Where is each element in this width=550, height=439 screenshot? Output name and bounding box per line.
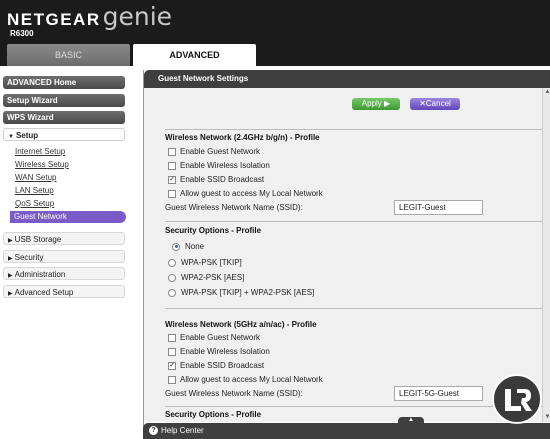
radio-security-wpa2-aes[interactable] xyxy=(168,273,176,282)
option-label: Enable Wireless Isolation xyxy=(180,347,270,356)
option-enable-ssid-24[interactable]: ✓ Enable SSID Broadcast xyxy=(168,175,264,184)
checkbox-enable-guest-24[interactable] xyxy=(168,147,176,156)
option-security-wpa2-aes[interactable]: WPA2-PSK [AES] xyxy=(168,273,244,282)
option-enable-isolation-24[interactable]: Enable Wireless Isolation xyxy=(168,161,270,170)
checkbox-allow-local-24[interactable] xyxy=(168,189,176,198)
checkbox-enable-isolation-24[interactable] xyxy=(168,161,176,170)
divider xyxy=(165,221,550,222)
main-panel: Guest Network Settings Apply ▶ ✕Cancel W… xyxy=(143,70,550,439)
scrollbar[interactable]: ▲ ▼ xyxy=(542,88,550,422)
sidebar-item-wps-wizard[interactable]: WPS Wizard xyxy=(3,111,125,124)
sidebar: ADVANCED Home Setup Wizard WPS Wizard ▼ S… xyxy=(0,66,133,439)
triangle-right-icon: ▶ xyxy=(8,256,13,262)
page-title: Guest Network Settings xyxy=(144,70,550,88)
section-title-security-24: Security Options - Profile xyxy=(165,226,262,235)
option-allow-local-24[interactable]: Allow guest to access My Local Network xyxy=(168,189,323,198)
option-label: Allow guest to access My Local Network xyxy=(180,189,323,198)
radio-security-none[interactable] xyxy=(172,242,180,251)
cancel-label: Cancel xyxy=(425,99,451,108)
option-label: Enable SSID Broadcast xyxy=(180,175,265,184)
triangle-right-icon: ▶ xyxy=(8,273,13,279)
help-expand-tab[interactable]: ▲ xyxy=(398,417,424,424)
sidebar-item-security[interactable]: ▶ Security xyxy=(3,250,125,263)
legit-reviews-logo xyxy=(492,374,542,424)
sidebar-item-advanced-setup-label: Advanced Setup xyxy=(14,288,74,297)
sidebar-item-usb-label: USB Storage xyxy=(14,235,62,244)
model-name: R6300 xyxy=(10,29,34,38)
option-enable-guest-5[interactable]: Enable Guest Network xyxy=(168,333,260,342)
triangle-right-icon: ▶ xyxy=(8,238,13,244)
apply-button[interactable]: Apply ▶ xyxy=(352,98,400,110)
sidebar-item-usb-storage[interactable]: ▶ USB Storage xyxy=(3,232,125,245)
option-label: Enable Guest Network xyxy=(180,333,261,342)
sidebar-item-setup-label: Setup xyxy=(15,131,39,140)
option-enable-isolation-5[interactable]: Enable Wireless Isolation xyxy=(168,347,270,356)
checkbox-allow-local-5[interactable] xyxy=(168,375,176,384)
sidebar-sub-wan-setup[interactable]: WAN Setup xyxy=(15,173,57,182)
x-icon: ✕ xyxy=(419,99,426,108)
triangle-up-icon[interactable]: ▲ xyxy=(543,88,550,97)
option-label: Allow guest to access My Local Network xyxy=(180,375,323,384)
question-icon: ? xyxy=(149,426,158,435)
sidebar-item-administration-label: Administration xyxy=(14,270,66,279)
option-enable-guest-24[interactable]: Enable Guest Network xyxy=(168,147,260,156)
sidebar-sub-wireless-setup[interactable]: Wireless Setup xyxy=(15,160,69,169)
help-center-label: Help Center xyxy=(161,426,204,435)
checkbox-enable-isolation-5[interactable] xyxy=(168,347,176,356)
triangle-right-icon: ▶ xyxy=(8,291,13,297)
tab-basic[interactable]: BASIC xyxy=(7,44,130,66)
checkbox-enable-ssid-24[interactable]: ✓ xyxy=(168,175,176,184)
triangle-down-icon: ▼ xyxy=(8,134,14,140)
section-title-security-5: Security Options - Profile xyxy=(165,410,262,419)
checkbox-enable-guest-5[interactable] xyxy=(168,333,176,342)
tab-advanced[interactable]: ADVANCED xyxy=(133,44,256,66)
option-label: Enable Guest Network xyxy=(180,147,261,156)
cancel-button[interactable]: ✕Cancel xyxy=(410,98,460,110)
arrow-right-icon: ▶ xyxy=(384,99,391,108)
option-label: WPA-PSK [TKIP] xyxy=(181,258,242,267)
checkbox-enable-ssid-5[interactable]: ✓ xyxy=(168,361,176,370)
panel-content[interactable]: Apply ▶ ✕Cancel Wireless Network (2.4GHz… xyxy=(144,88,550,422)
app-header: NETGEARgenie R6300 BASIC ADVANCED xyxy=(0,0,550,66)
option-label: None xyxy=(185,242,205,251)
ssid-label-24: Guest Wireless Network Name (SSID): xyxy=(165,203,303,212)
option-security-mixed[interactable]: WPA-PSK [TKIP] + WPA2-PSK [AES] xyxy=(168,288,314,297)
divider xyxy=(165,308,550,309)
sidebar-item-security-label: Security xyxy=(14,253,44,262)
ssid-label-5: Guest Wireless Network Name (SSID): xyxy=(165,389,303,398)
option-security-wpa-tkip[interactable]: WPA-PSK [TKIP] xyxy=(168,258,242,267)
section-title-5ghz: Wireless Network (5GHz a/n/ac) - Profile xyxy=(165,320,317,329)
product-name: genie xyxy=(102,2,173,31)
sidebar-item-setup[interactable]: ▼ Setup xyxy=(3,128,125,141)
sidebar-sub-internet-setup[interactable]: Internet Setup xyxy=(15,147,65,156)
section-title-24ghz: Wireless Network (2.4GHz b/g/n) - Profil… xyxy=(165,133,320,142)
sidebar-item-setup-wizard[interactable]: Setup Wizard xyxy=(3,94,125,107)
option-label: Enable Wireless Isolation xyxy=(180,161,270,170)
radio-security-mixed[interactable] xyxy=(168,288,176,297)
radio-security-wpa-tkip[interactable] xyxy=(168,258,176,267)
option-label: Enable SSID Broadcast xyxy=(180,361,265,370)
sidebar-item-advanced-home[interactable]: ADVANCED Home xyxy=(3,76,125,89)
ssid-input-5[interactable] xyxy=(394,386,483,401)
apply-label: Apply xyxy=(361,99,382,108)
option-label: WPA2-PSK [AES] xyxy=(181,273,245,282)
option-label: WPA-PSK [TKIP] + WPA2-PSK [AES] xyxy=(181,288,315,297)
option-allow-local-5[interactable]: Allow guest to access My Local Network xyxy=(168,375,323,384)
divider xyxy=(165,129,550,130)
option-security-none[interactable]: None xyxy=(168,242,204,251)
ssid-input-24[interactable] xyxy=(394,200,483,215)
sidebar-sub-guest-network[interactable]: Guest Network xyxy=(10,211,126,223)
triangle-down-icon[interactable]: ▼ xyxy=(543,413,550,422)
sidebar-sub-qos-setup[interactable]: QoS Setup xyxy=(15,199,54,208)
option-enable-ssid-5[interactable]: ✓ Enable SSID Broadcast xyxy=(168,361,264,370)
help-center-bar[interactable]: ? Help Center ▲ xyxy=(143,417,550,439)
sidebar-item-advanced-setup[interactable]: ▶ Advanced Setup xyxy=(3,285,125,298)
sidebar-item-administration[interactable]: ▶ Administration xyxy=(3,267,125,280)
sidebar-sub-lan-setup[interactable]: LAN Setup xyxy=(15,186,54,195)
brand-name: NETGEAR xyxy=(7,10,101,29)
brand-logo: NETGEARgenie xyxy=(7,2,172,31)
